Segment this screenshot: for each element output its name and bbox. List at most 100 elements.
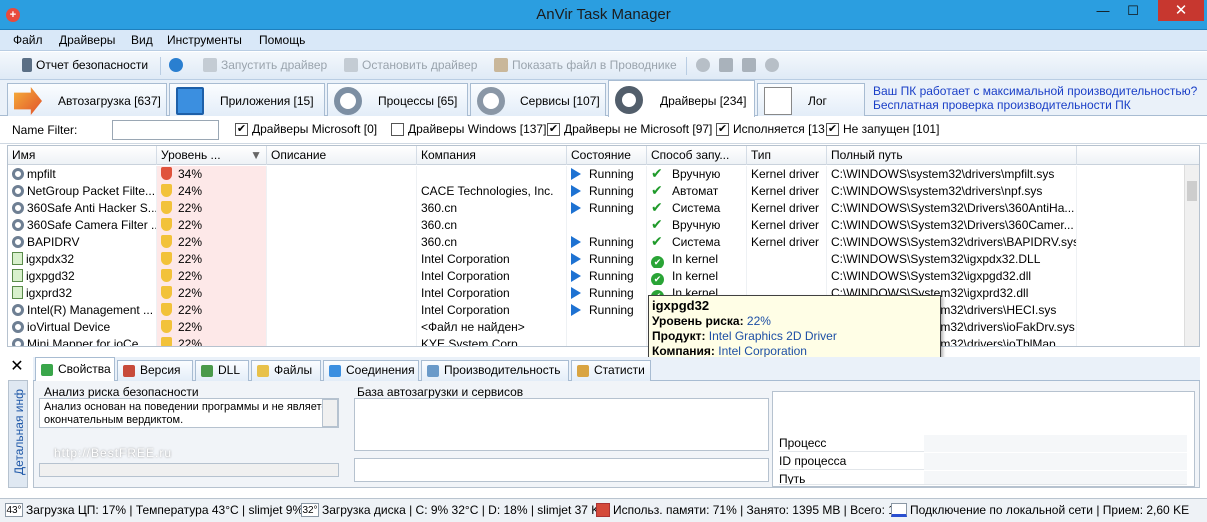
close-detail-icon[interactable]: ✕ (7, 357, 27, 377)
column-company[interactable]: Компания (417, 146, 567, 165)
cell-name-text: mpfilt (27, 167, 56, 181)
refresh-button[interactable] (169, 58, 183, 72)
filter-microsoft-drivers[interactable]: ✔ Драйверы Microsoft [0] (235, 122, 377, 136)
cell-company-text: KYE System Corp. (421, 337, 522, 347)
detail-vertical-tab[interactable]: Детальная инф (8, 380, 28, 488)
checkbox[interactable]: ✔ (826, 122, 839, 136)
start-driver-button[interactable]: Запустить драйвер (203, 58, 327, 72)
column-full-path[interactable]: Полный путь (827, 146, 1077, 165)
cell-state: Running (567, 166, 647, 183)
table-row[interactable]: Intel(R) Management ... 22% Intel Corporat… (8, 302, 1186, 319)
column-type[interactable]: Тип (747, 146, 827, 165)
tab-log[interactable]: Лог (757, 83, 865, 116)
status-memory[interactable]: Использ. памяти: 71% | Занято: 1395 MB |… (596, 503, 902, 517)
options-button[interactable] (765, 58, 779, 72)
column-start-type[interactable]: Способ запу... (647, 146, 747, 165)
subtab-statistics-label: Статисти (594, 363, 645, 377)
cell-risk: 24% (157, 183, 267, 200)
table-row[interactable]: NetGroup Packet Filte... 24% CACE Technolo… (8, 183, 1186, 200)
filter-not-started[interactable]: ✔ Не запущен [101] (826, 122, 939, 136)
cell-state: Running (567, 234, 647, 251)
filter-running[interactable]: ✔ Исполняется [13 (716, 122, 825, 136)
table-row[interactable]: igxpgd32 22% Intel Corporation Running ✔ In k… (8, 268, 1186, 285)
subtab-files[interactable]: Файлы (251, 360, 321, 381)
menu-view[interactable]: Вид (131, 33, 153, 47)
tab-autostart[interactable]: Автозагрузка [637] (7, 83, 167, 116)
tooltip-title: igxpgd32 (652, 298, 710, 313)
memory-icon (596, 503, 610, 517)
table-row[interactable]: 360Safe Camera Filter ... 22% 360.cn ✔ Вручн… (8, 217, 1186, 234)
kernel-check-icon: ✔ (651, 273, 664, 285)
subtab-properties[interactable]: Свойства (35, 357, 115, 382)
horizontal-scrollbar[interactable] (39, 463, 339, 477)
status-cpu[interactable]: 43° Загрузка ЦП: 17% | Температура 43°C … (5, 503, 310, 517)
cell-description (267, 336, 417, 346)
subtab-dll[interactable]: DLL (195, 360, 249, 381)
status-disk[interactable]: 32° Загрузка диска | C: 9% 32°C | D: 18%… (301, 503, 609, 517)
property-process-id: ID процесса (779, 453, 1187, 470)
name-filter-input[interactable] (112, 120, 219, 140)
status-network[interactable]: Подключение по локальной сети | Прием: 2… (891, 503, 1189, 517)
startup-database-label: База автозагрузки и сервисов (357, 385, 524, 399)
filter-non-microsoft-drivers[interactable]: ✔ Драйверы не Microsoft [97] (547, 122, 712, 136)
table-row[interactable]: igxprd3222%Intel CorporationRunning✔In k… (8, 285, 1186, 302)
cell-name: ioVirtual Device (8, 319, 157, 336)
column-name[interactable]: Имя (8, 146, 157, 165)
minimize-button[interactable]: — (1088, 0, 1118, 21)
checkbox[interactable]: ✔ (547, 122, 560, 136)
column-state[interactable]: Состояние (567, 146, 647, 165)
startup-database-input[interactable] (354, 458, 769, 482)
table-row[interactable]: igxpdx32 22% Intel Corporation Running ✔ In k… (8, 251, 1186, 268)
checkbox[interactable]: ✔ (235, 122, 248, 136)
stop-driver-button[interactable]: Остановить драйвер (344, 58, 477, 72)
vertical-scrollbar[interactable] (1184, 165, 1199, 346)
close-button[interactable]: ✕ (1158, 0, 1204, 21)
security-report-button[interactable]: Отчет безопасности (22, 58, 148, 72)
tab-processes[interactable]: Процессы [65] (327, 83, 468, 116)
show-in-explorer-label: Показать файл в Проводнике (512, 58, 677, 72)
cell-company: KYE System Corp. (417, 336, 567, 347)
checkbox[interactable]: ✔ (716, 122, 729, 136)
risk-shield-icon (161, 320, 172, 333)
tab-services[interactable]: Сервисы [107] (470, 83, 606, 116)
show-in-explorer-button[interactable]: Показать файл в Проводнике (494, 58, 677, 72)
cell-path-text: C:\WINDOWS\System32\Drivers\360AntiHa... (831, 201, 1075, 215)
command-button[interactable] (742, 58, 756, 72)
subtab-statistics[interactable]: Статисти (571, 360, 651, 381)
promo-links: Ваш ПК работает с максимальной производи… (873, 84, 1197, 112)
promo-link-performance[interactable]: Ваш ПК работает с максимальной производи… (873, 84, 1197, 98)
tab-applications[interactable]: Приложения [15] (169, 83, 325, 116)
tab-drivers[interactable]: Драйверы [234] (608, 80, 755, 117)
menu-file[interactable]: Файл (13, 33, 43, 47)
cell-company-text: Intel Corporation (421, 269, 510, 283)
cell-company-text: Intel Corporation (421, 252, 510, 266)
maximize-button[interactable]: ☐ (1118, 0, 1148, 21)
properties-button[interactable] (719, 58, 733, 72)
promo-link-free-check[interactable]: Бесплатная проверка производительности П… (873, 98, 1197, 112)
cell-type-text: Kernel driver (751, 201, 820, 215)
detail-panel: Анализ риска безопасности Анализ основан… (33, 381, 1200, 488)
subtab-performance[interactable]: Производительность (421, 360, 569, 381)
scrollbar-thumb[interactable] (1187, 181, 1197, 201)
property-value (924, 471, 1187, 484)
table-row[interactable]: 360Safe Anti Hacker S... 22% 360.cn Running… (8, 200, 1186, 217)
menu-drivers[interactable]: Драйверы (59, 33, 115, 47)
menu-help[interactable]: Помощь (259, 33, 305, 47)
checkbox[interactable] (391, 122, 404, 136)
sort-down-icon: ▼ (250, 148, 262, 162)
subtab-version[interactable]: Версия (117, 360, 193, 381)
column-description[interactable]: Описание (267, 146, 417, 165)
subtab-connections[interactable]: Соединения (323, 360, 419, 381)
search-button[interactable] (696, 58, 710, 72)
risk-text-scrollbar[interactable] (322, 399, 338, 427)
menu-tools[interactable]: Инструменты (167, 33, 242, 47)
column-risk[interactable]: Уровень ... ▼ (157, 146, 267, 165)
table-row[interactable]: Mini Mapper for ioCe... 22% KYE System Cor… (8, 336, 1186, 347)
table-row[interactable]: BAPIDRV 22% 360.cn Running ✔ Система Kernel dr… (8, 234, 1186, 251)
cell-type-text: Kernel driver (751, 167, 820, 181)
table-row[interactable]: mpfilt 34% Running ✔ Вручную Kernel driver C:\… (8, 166, 1186, 183)
running-icon (571, 287, 581, 299)
filter-windows-drivers[interactable]: Драйверы Windows [137] (391, 122, 546, 136)
table-row[interactable]: ioVirtual Device 22% <Файл не найден> C:\WI… (8, 319, 1186, 336)
file-icon (12, 286, 23, 299)
